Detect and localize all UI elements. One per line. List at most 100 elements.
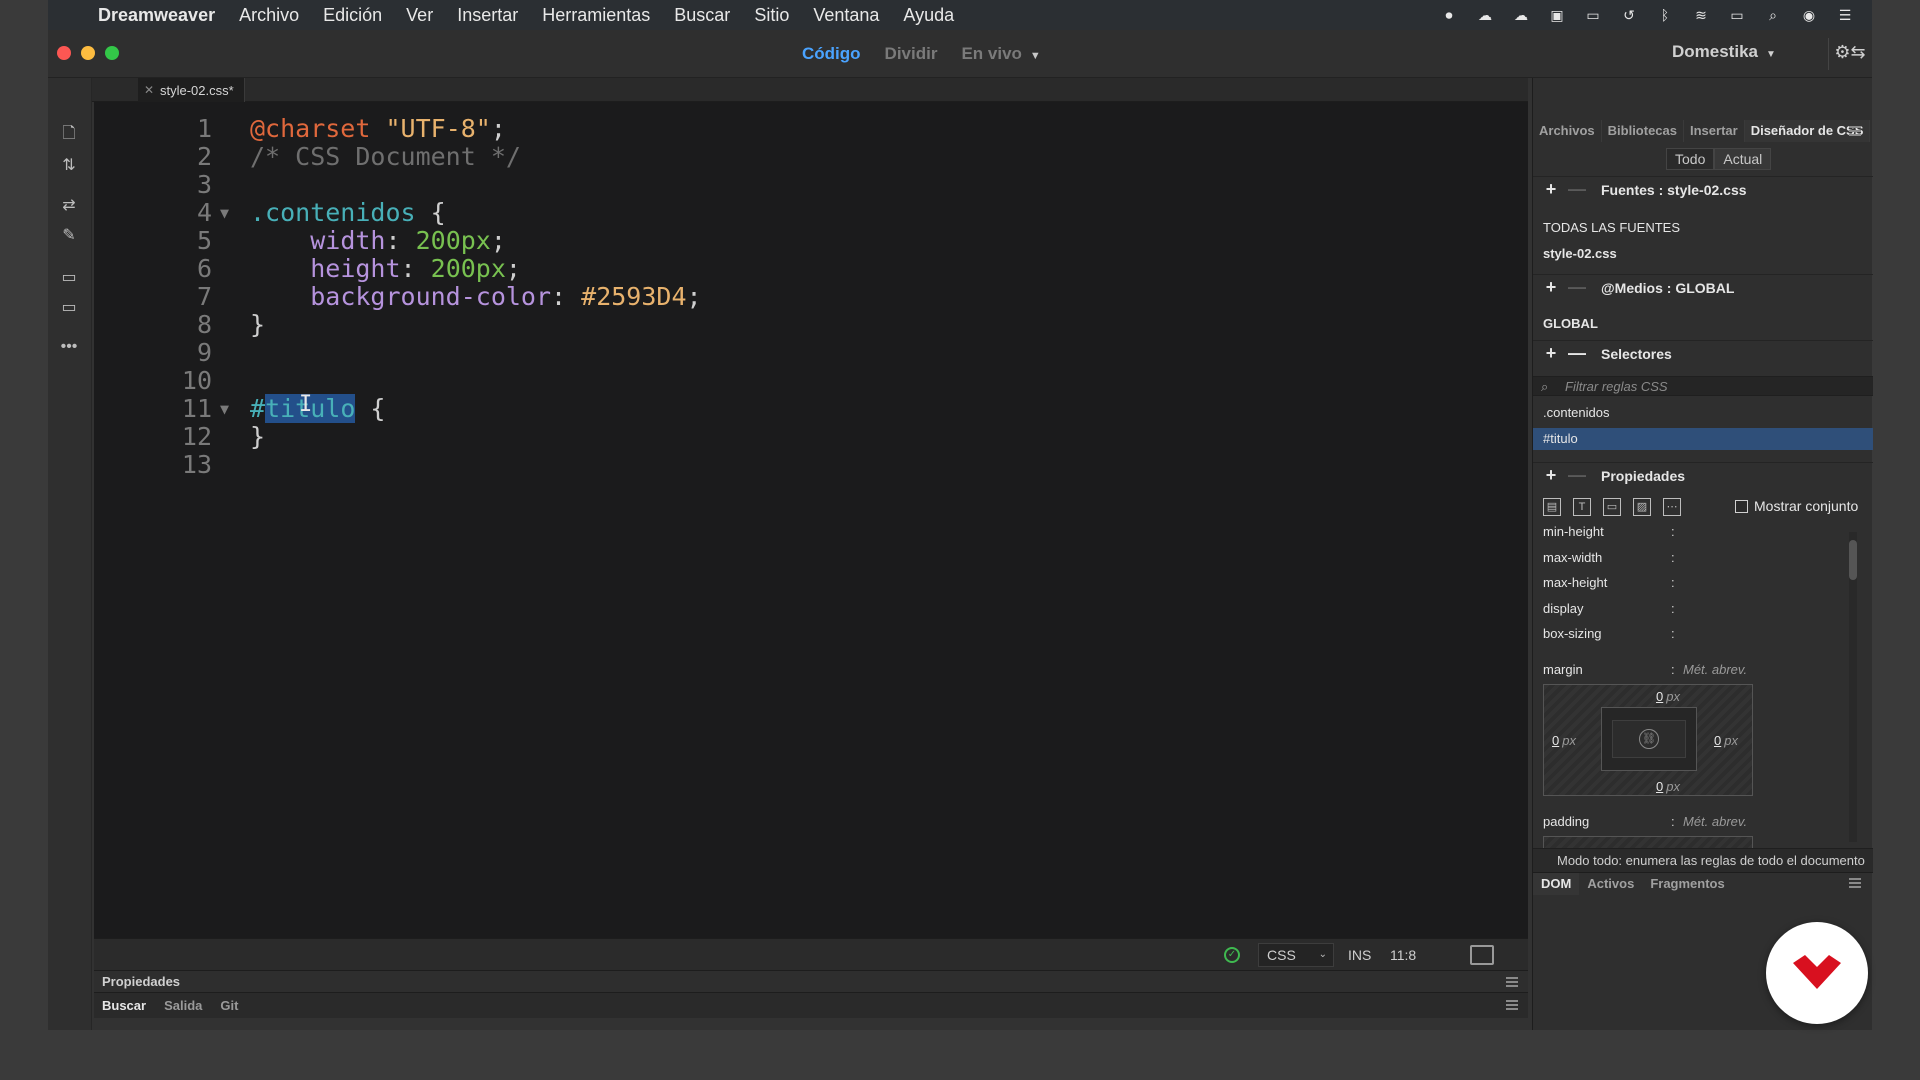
sync-settings-icon[interactable]: ⚙⇆ xyxy=(1828,42,1872,66)
menu-insertar[interactable]: Insertar xyxy=(457,5,518,26)
margin-bottom-value[interactable]: 0 px xyxy=(1656,779,1680,794)
remove-selector-icon[interactable]: — xyxy=(1567,343,1587,364)
remove-source-icon[interactable]: — xyxy=(1567,179,1587,200)
menu-sitio[interactable]: Sitio xyxy=(754,5,789,26)
menu-ver[interactable]: Ver xyxy=(406,5,433,26)
selector-item-selected[interactable]: #titulo xyxy=(1533,428,1873,450)
menu-archivo[interactable]: Archivo xyxy=(239,5,299,26)
margin-right-value[interactable]: 0 px xyxy=(1714,733,1738,748)
panel-menu-icon[interactable] xyxy=(1849,126,1861,136)
tab-fragmentos[interactable]: Fragmentos xyxy=(1642,873,1732,895)
panel-menu-icon[interactable] xyxy=(1506,977,1518,987)
minimize-window-button[interactable] xyxy=(81,46,95,60)
close-window-button[interactable] xyxy=(57,46,71,60)
property-row[interactable]: max-width: xyxy=(1543,548,1843,568)
tab-activos[interactable]: Activos xyxy=(1579,873,1642,895)
tab-git[interactable]: Git xyxy=(220,998,238,1013)
close-icon[interactable]: ✕ xyxy=(144,83,154,97)
panel-menu-icon[interactable] xyxy=(1506,1000,1518,1010)
menu-buscar[interactable]: Buscar xyxy=(674,5,730,26)
property-row[interactable]: max-height: xyxy=(1543,573,1843,593)
shorthand-link[interactable]: Mét. abrev. xyxy=(1683,660,1747,680)
code-editor[interactable]: 1 @charset "UTF-8"; 2 /* CSS Document */… xyxy=(94,102,1528,938)
app-status-icon[interactable]: ▣ xyxy=(1546,4,1568,26)
file-management-icon[interactable]: ⇅ xyxy=(56,152,82,178)
view-split-button[interactable]: Dividir xyxy=(885,44,938,64)
cloud-icon[interactable]: ☁ xyxy=(1510,4,1532,26)
tab-insertar[interactable]: Insertar xyxy=(1684,120,1745,142)
zoom-window-button[interactable] xyxy=(105,46,119,60)
panel-menu-icon[interactable] xyxy=(1849,878,1861,888)
workspace-switcher[interactable]: Domestika ▼ xyxy=(1672,42,1776,62)
remove-comment-icon[interactable]: ▭ xyxy=(56,294,82,320)
filter-css-rules-input[interactable]: ⌕ Filtrar reglas CSS xyxy=(1533,376,1873,396)
property-row[interactable]: box-sizing: xyxy=(1543,624,1843,644)
add-selector-icon[interactable]: + xyxy=(1541,343,1561,364)
border-category-icon[interactable]: ▭ xyxy=(1603,498,1621,516)
search-icon[interactable]: ⌕ xyxy=(1762,4,1784,26)
line-number: 13 xyxy=(181,450,212,479)
padding-row[interactable]: padding: Mét. abrev. xyxy=(1543,812,1843,832)
margin-top-value[interactable]: 0 px xyxy=(1656,689,1680,704)
bluetooth-icon[interactable]: ᛒ xyxy=(1654,4,1676,26)
shorthand-link[interactable]: Mét. abrev. xyxy=(1683,812,1747,832)
insert-mode-indicator[interactable]: INS xyxy=(1348,947,1371,963)
notification-center-icon[interactable]: ☰ xyxy=(1834,4,1856,26)
real-time-preview-icon[interactable] xyxy=(1470,945,1494,965)
creative-cloud-icon[interactable]: ☁ xyxy=(1474,4,1496,26)
value: 0 xyxy=(1714,733,1722,748)
add-property-icon[interactable]: + xyxy=(1541,465,1561,486)
wifi-icon[interactable]: ≋ xyxy=(1690,4,1712,26)
source-item[interactable]: TODAS LAS FUENTES xyxy=(1543,220,1680,235)
menu-herramientas[interactable]: Herramientas xyxy=(542,5,650,26)
more-tools-icon[interactable]: ••• xyxy=(56,334,82,360)
siri-icon[interactable]: ◉ xyxy=(1798,4,1820,26)
format-source-icon[interactable]: ✎ xyxy=(56,222,82,248)
properties-panel-header[interactable]: Propiedades xyxy=(94,970,1528,992)
margin-row[interactable]: margin: Mét. abrev. xyxy=(1543,660,1843,680)
more-category-icon[interactable]: ⋯ xyxy=(1663,498,1681,516)
scope-current-button[interactable]: Actual xyxy=(1714,148,1772,170)
tab-salida[interactable]: Salida xyxy=(164,998,202,1013)
link-values-icon[interactable]: ⛓ xyxy=(1639,729,1659,749)
battery-icon[interactable]: ▭ xyxy=(1726,4,1748,26)
no-errors-icon[interactable]: ✓ xyxy=(1224,947,1240,963)
text-category-icon[interactable]: T xyxy=(1573,498,1591,516)
tab-archivos[interactable]: Archivos xyxy=(1533,120,1602,142)
tab-buscar[interactable]: Buscar xyxy=(102,998,146,1013)
layout-category-icon[interactable]: ▤ xyxy=(1543,498,1561,516)
properties-scrollbar[interactable] xyxy=(1849,532,1857,842)
menu-edicion[interactable]: Edición xyxy=(323,5,382,26)
time-machine-icon[interactable]: ↺ xyxy=(1618,4,1640,26)
open-documents-icon[interactable]: 🗋 xyxy=(56,122,82,148)
property-row[interactable]: min-height: xyxy=(1543,522,1843,542)
tab-dom[interactable]: DOM xyxy=(1533,872,1580,895)
expand-collapse-icon[interactable]: ⇄ xyxy=(56,192,82,218)
tab-bibliotecas[interactable]: Bibliotecas xyxy=(1602,120,1684,142)
display-icon[interactable]: ▭ xyxy=(1582,4,1604,26)
scope-all-button[interactable]: Todo xyxy=(1666,148,1715,170)
filter-placeholder: Filtrar reglas CSS xyxy=(1565,379,1668,394)
show-set-checkbox[interactable]: Mostrar conjunto xyxy=(1735,498,1858,514)
apply-comment-icon[interactable]: ▭ xyxy=(56,264,82,290)
add-media-icon[interactable]: + xyxy=(1541,277,1561,298)
document-tab[interactable]: ✕ style-02.css* xyxy=(138,78,245,102)
media-item[interactable]: GLOBAL xyxy=(1543,316,1598,331)
source-item[interactable]: style-02.css xyxy=(1543,246,1617,261)
view-code-button[interactable]: Código xyxy=(802,44,861,64)
property-row[interactable]: display: xyxy=(1543,599,1843,619)
scrollbar-thumb[interactable] xyxy=(1849,540,1857,580)
record-icon[interactable]: ⏺ xyxy=(1438,4,1460,26)
remove-media-icon[interactable]: — xyxy=(1567,277,1587,298)
menu-ventana[interactable]: Ventana xyxy=(813,5,879,26)
document-type-select[interactable]: CSS ⌄ xyxy=(1258,943,1334,967)
menu-ayuda[interactable]: Ayuda xyxy=(903,5,954,26)
view-live-dropdown[interactable]: En vivo ▼ xyxy=(961,44,1040,64)
add-source-icon[interactable]: + xyxy=(1541,179,1561,200)
margin-left-value[interactable]: 0 px xyxy=(1552,733,1576,748)
remove-property-icon[interactable]: — xyxy=(1567,465,1587,486)
padding-label: padding xyxy=(1543,814,1590,829)
app-name-menu[interactable]: Dreamweaver xyxy=(98,5,215,26)
selector-item[interactable]: .contenidos xyxy=(1533,402,1873,424)
background-category-icon[interactable]: ▨ xyxy=(1633,498,1651,516)
